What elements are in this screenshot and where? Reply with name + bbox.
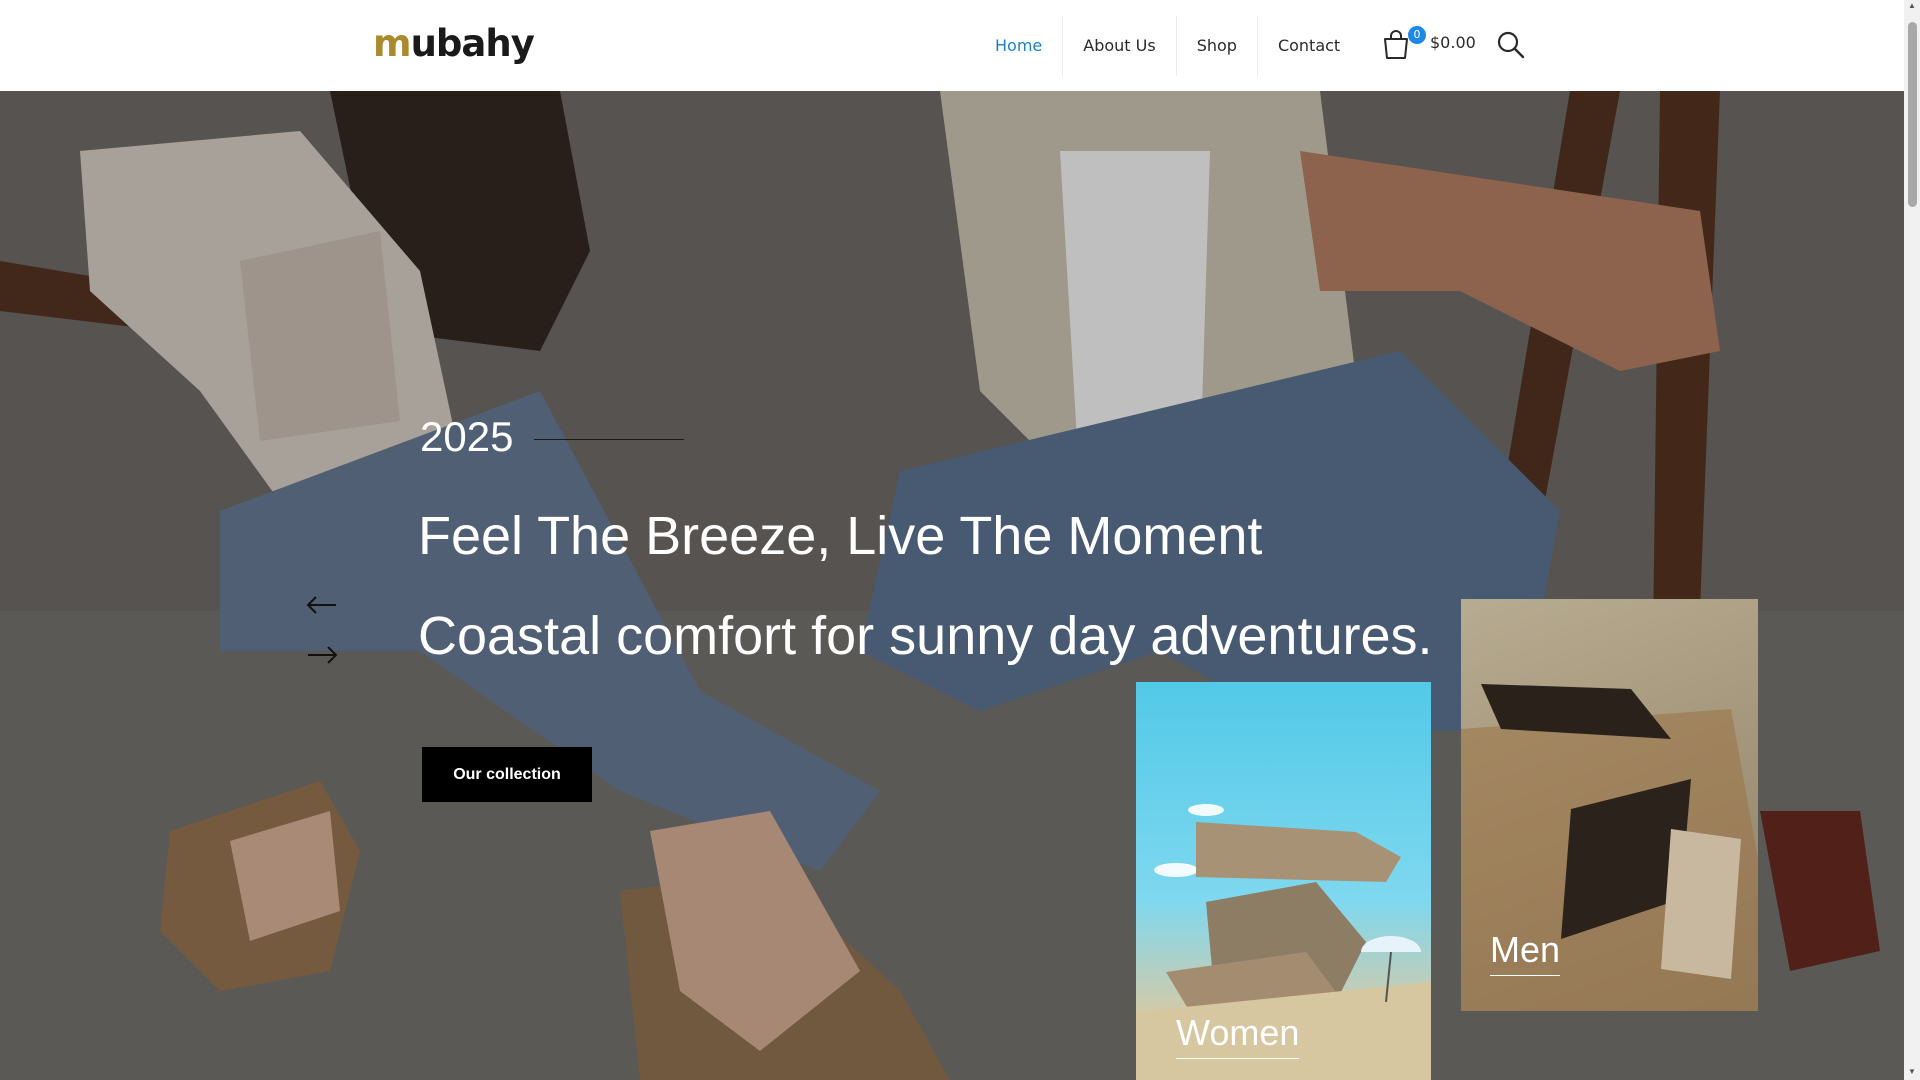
nav-about-us[interactable]: About Us (1063, 15, 1177, 76)
main-nav: Home About Us Shop Contact (975, 0, 1360, 91)
nav-home[interactable]: Home (975, 15, 1064, 76)
scroll-up-icon[interactable]: ▲ (1908, 2, 1916, 10)
search-icon[interactable] (1496, 30, 1526, 60)
category-label-women: Women (1176, 1012, 1300, 1059)
shopping-bag-icon[interactable] (1381, 28, 1411, 60)
scroll-down-icon[interactable]: ▼ (1908, 1068, 1916, 1076)
hero-slider: 2025 Feel The Breeze, Live The Moment Co… (0, 91, 1904, 1080)
cart-total[interactable]: $0.00 (1430, 33, 1476, 52)
cart-count-badge: 0 (1408, 26, 1426, 44)
year-divider (534, 439, 684, 440)
scrollbar-thumb[interactable] (1908, 22, 1917, 207)
arrow-left-icon[interactable] (306, 595, 338, 615)
nav-shop[interactable]: Shop (1177, 15, 1258, 76)
hero-year: 2025 (420, 413, 514, 460)
hero-heading: Feel The Breeze, Live The Moment (418, 506, 1263, 566)
nav-contact[interactable]: Contact (1258, 16, 1360, 76)
site-header: mubahy Home About Us Shop Contact 0 $0.0… (0, 0, 1904, 91)
arrow-right-icon[interactable] (306, 645, 338, 665)
category-label-men: Men (1490, 929, 1561, 976)
site-logo[interactable]: mubahy (373, 22, 535, 66)
hero-subheading: Coastal comfort for sunny day adventures… (418, 606, 1433, 666)
category-card-men[interactable]: Men (1461, 599, 1758, 1011)
our-collection-button[interactable]: Our collection (422, 747, 592, 802)
category-card-women[interactable]: Women (1136, 682, 1431, 1080)
